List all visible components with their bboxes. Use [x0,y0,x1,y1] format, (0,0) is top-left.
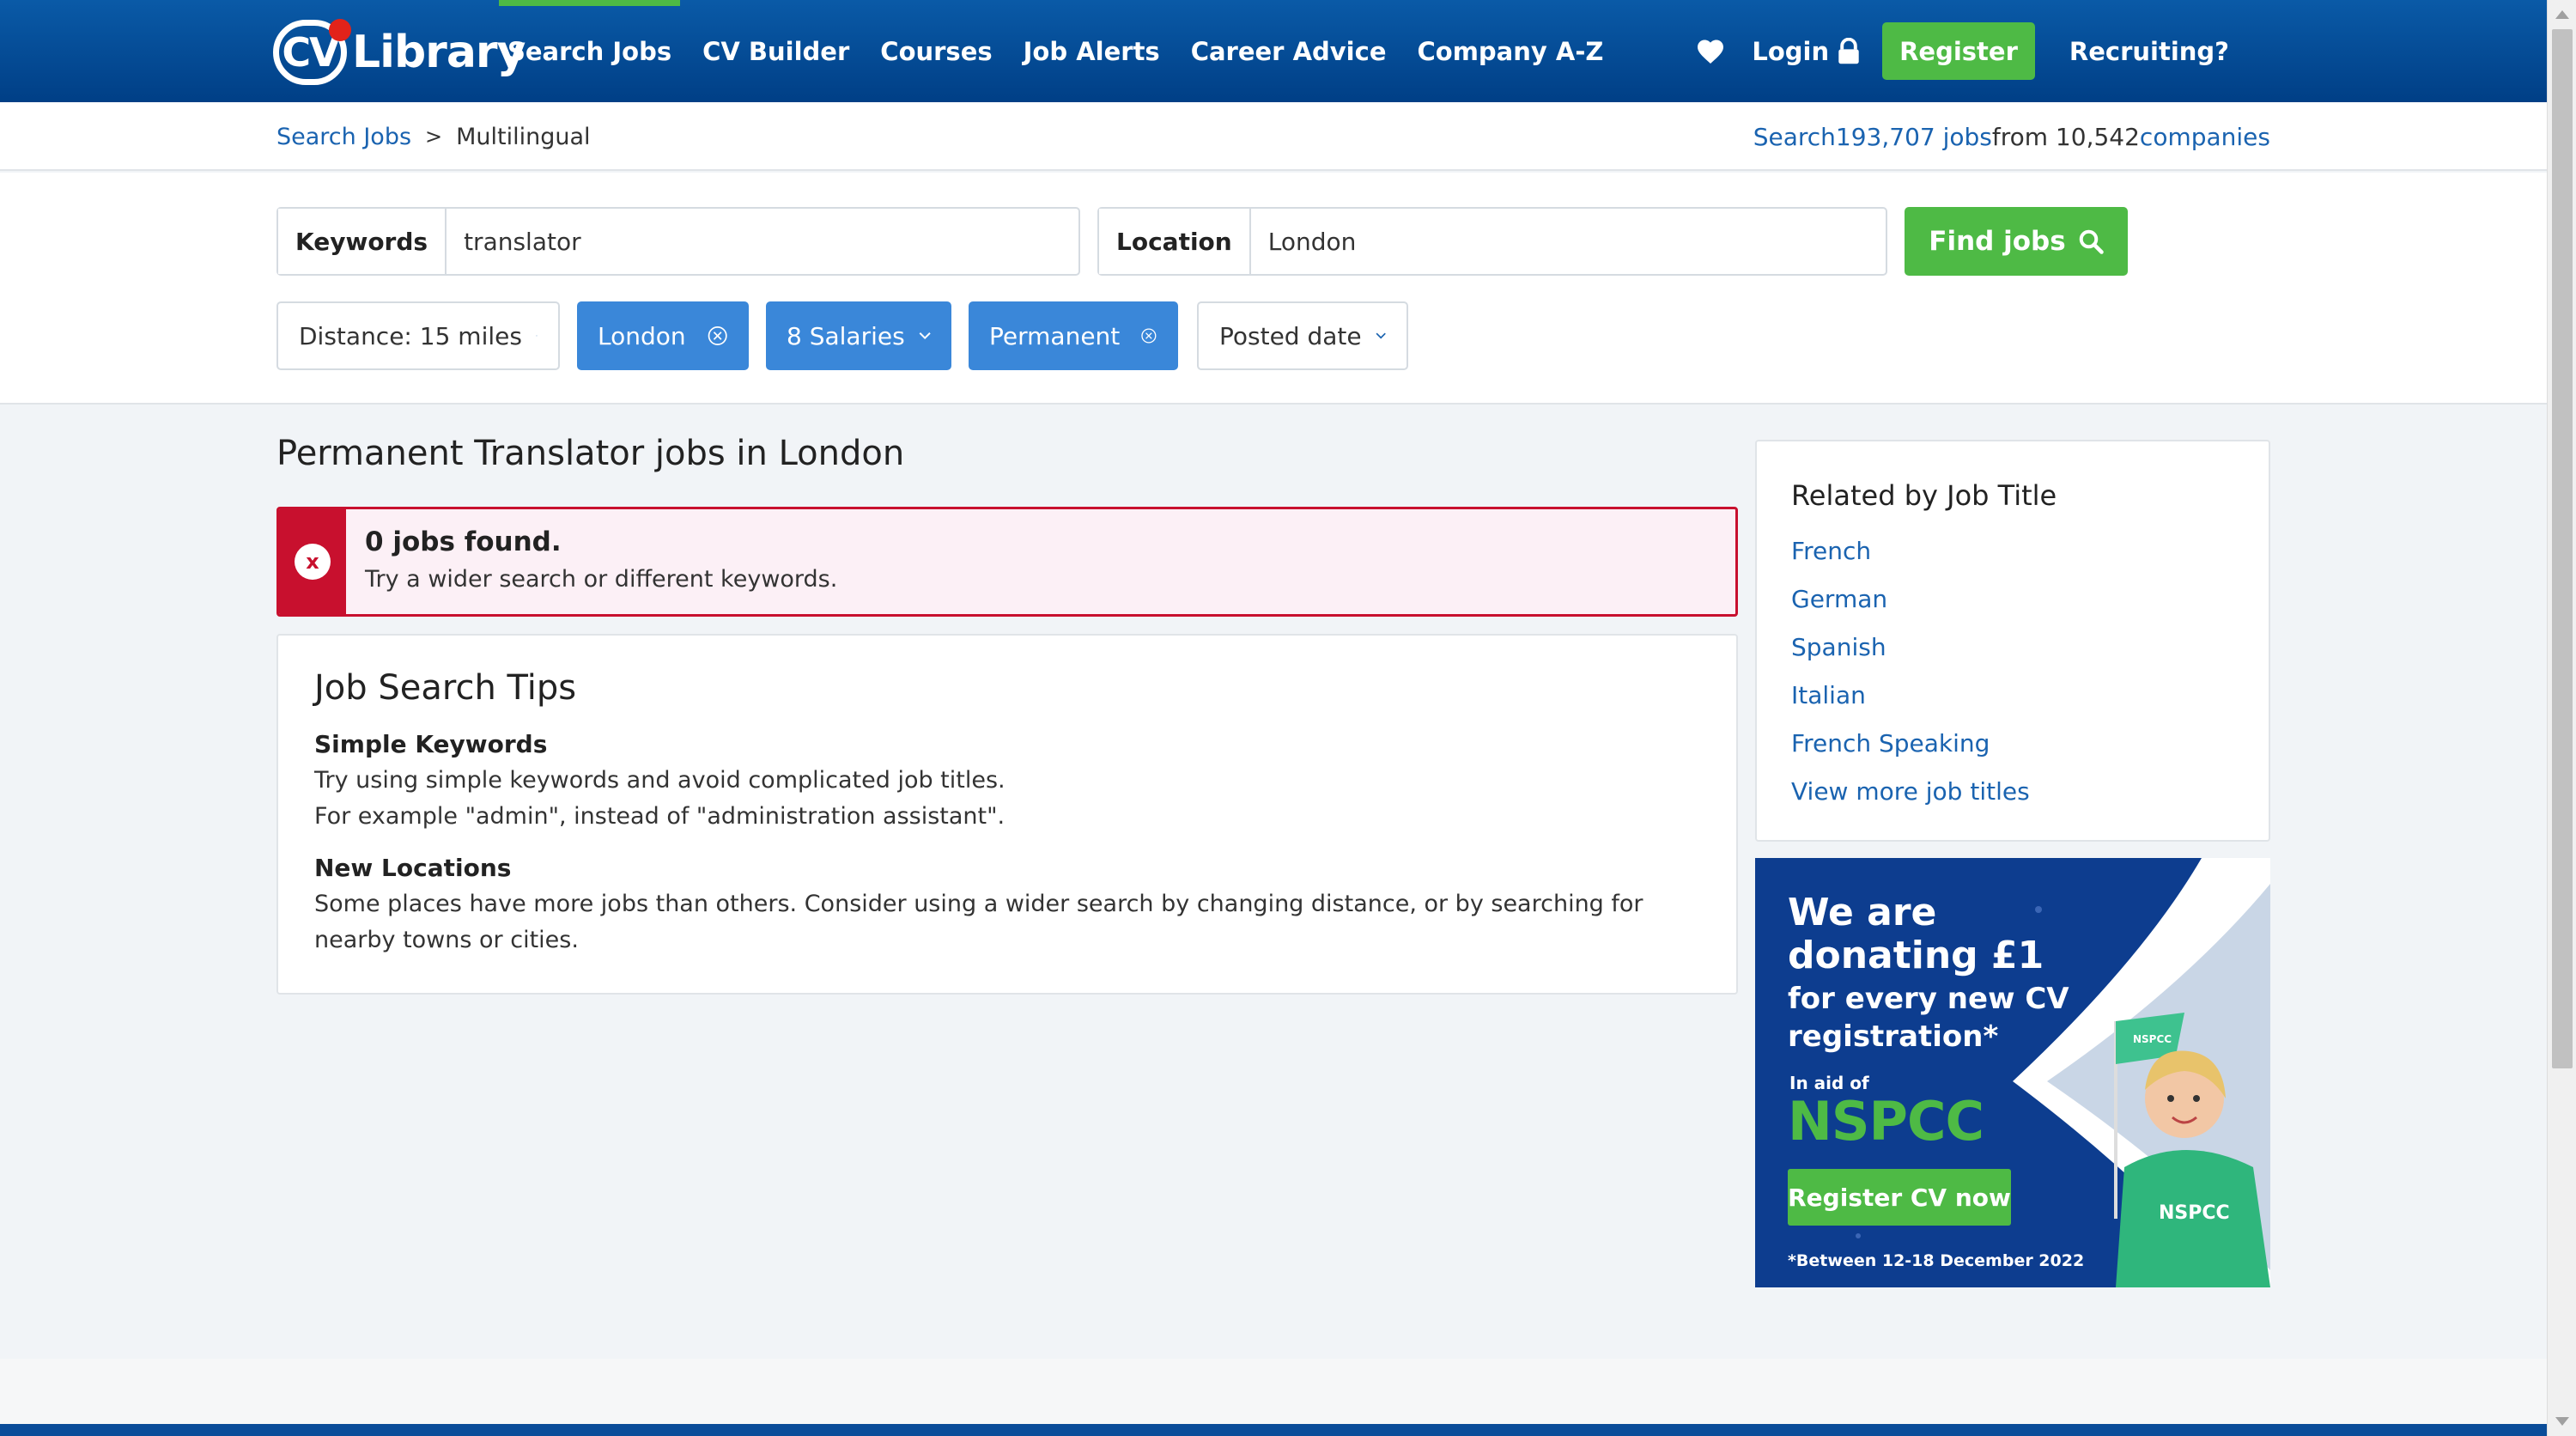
top-navigation: CV Library Search Jobs CV Builder Course… [0,0,2547,102]
no-results-alert: x 0 jobs found. Try a wider search or di… [276,507,1738,617]
nspcc-advert[interactable]: We are donating £1 for every new CV regi… [1755,858,2270,1287]
breadcrumb-bar: Search Jobs > Multilingual Search 193,70… [0,102,2547,171]
related-job-titles: Related by Job Title French German Spani… [1755,440,2270,842]
tips-text-keywords-2: For example "admin", instead of "adminis… [314,803,1005,830]
breadcrumb-search-jobs[interactable]: Search Jobs [276,124,411,150]
alert-title: 0 jobs found. [365,526,562,557]
remove-filter-icon[interactable] [1140,323,1157,349]
keywords-label: Keywords [278,209,447,274]
advert-line-4: registration* [1788,1019,1999,1054]
recruiting-link[interactable]: Recruiting? [2069,37,2229,66]
breadcrumb: Search Jobs > Multilingual [276,102,591,171]
related-item[interactable]: Spanish [1791,624,2030,672]
cv-library-logo[interactable]: CV Library [273,19,526,85]
remove-filter-icon[interactable] [707,323,728,349]
keywords-field: Keywords [276,207,1080,276]
location-input[interactable] [1250,209,1886,274]
job-search-tips: Job Search Tips Simple Keywords Try usin… [276,634,1738,995]
stats-prefix: Search [1753,122,1836,151]
related-item[interactable]: Italian [1791,672,2030,720]
related-list: French German Spanish Italian French Spe… [1791,527,2030,816]
flag-label: NSPCC [2133,1033,2172,1045]
scroll-thumb[interactable] [2552,29,2573,1068]
scroll-up-arrow[interactable] [2555,10,2569,19]
register-cv-now-button[interactable]: Register CV now [1788,1169,2011,1226]
job-type-filter-chip[interactable]: Permanent [969,301,1178,370]
find-jobs-button[interactable]: Find jobs [1905,207,2128,276]
view-more-job-titles-link[interactable]: View more job titles [1791,768,2030,816]
related-item[interactable]: German [1791,575,2030,624]
tips-text-locations: Some places have more jobs than others. … [314,891,1643,953]
advert-footnote: *Between 12-18 December 2022 [1788,1251,2085,1270]
heart-icon[interactable] [1695,36,1726,67]
nav-account: Login Register Recruiting? [1695,0,2229,102]
search-panel: Keywords Location Find jobs Distance: 15… [0,173,2547,405]
vertical-scrollbar[interactable] [2547,0,2576,1436]
advert-line-2: donating £1 [1788,934,2044,977]
tips-text-keywords-1: Try using simple keywords and avoid comp… [314,767,1005,794]
nspcc-logo-text: NSPCC [1788,1090,1984,1153]
tips-title: Job Search Tips [314,668,577,708]
page-title: Permanent Translator jobs in London [276,434,905,473]
page-lower-area [0,1359,2547,1424]
logo-wordmark: Library [352,27,526,78]
advert-line-3: for every new CV [1788,982,2069,1016]
distance-filter-label: Distance: 15 miles [299,321,522,350]
distance-filter[interactable]: Distance: 15 miles [276,301,560,370]
posted-date-filter[interactable]: Posted date [1197,301,1408,370]
location-chip-label: London [598,321,686,350]
location-label: Location [1099,209,1251,274]
stats-companies-link[interactable]: companies [2140,123,2270,151]
advert-line-1: We are [1788,891,1937,934]
scroll-down-arrow[interactable] [2555,1417,2569,1426]
error-icon: x [295,544,331,580]
shirt-label: NSPCC [2159,1202,2230,1224]
breadcrumb-current: Multilingual [456,123,591,150]
login-link[interactable]: Login [1752,37,1860,66]
find-jobs-label: Find jobs [1929,226,2066,257]
nav-search-jobs[interactable]: Search Jobs [498,0,681,102]
nav-job-alerts[interactable]: Job Alerts [1024,0,1160,102]
salary-filter[interactable]: 8 Salaries [766,301,951,370]
site-stats: Search 193,707 jobs from 10,542 companie… [1753,102,2270,171]
breadcrumb-separator: > [425,125,443,149]
salary-filter-label: 8 Salaries [787,321,905,350]
alert-message: Try a wider search or different keywords… [365,566,838,593]
child-with-flag-illustration: NSPCC NSPCC [2114,1013,2270,1287]
lock-icon [1838,37,1859,64]
posted-date-label: Posted date [1219,321,1362,350]
keywords-input[interactable] [447,209,1078,274]
stats-jobs-link[interactable]: 193,707 jobs [1836,123,1992,151]
nav-career-advice[interactable]: Career Advice [1191,0,1387,102]
related-title: Related by Job Title [1791,479,2057,512]
search-icon [2079,229,2104,254]
main-nav: Search Jobs CV Builder Courses Job Alert… [498,0,1634,102]
related-item[interactable]: French [1791,527,2030,575]
login-label: Login [1752,36,1830,66]
tips-heading-locations: New Locations [314,854,512,882]
stats-middle: from 10,542 [1991,122,2140,151]
location-field: Location [1097,207,1887,276]
location-filter-chip[interactable]: London [577,301,749,370]
nav-cv-builder[interactable]: CV Builder [702,0,849,102]
footer-top-edge [0,1424,2547,1436]
nav-courses[interactable]: Courses [880,0,992,102]
nav-company-a-z[interactable]: Company A-Z [1417,0,1603,102]
register-button[interactable]: Register [1882,22,2035,80]
job-type-chip-label: Permanent [989,321,1121,350]
chevron-down-icon [919,332,931,339]
chevron-down-icon [536,335,538,337]
tips-heading-keywords: Simple Keywords [314,730,548,758]
chevron-down-icon [1376,332,1386,339]
related-item[interactable]: French Speaking [1791,720,2030,768]
logo-cv-mark: CV [273,19,351,85]
